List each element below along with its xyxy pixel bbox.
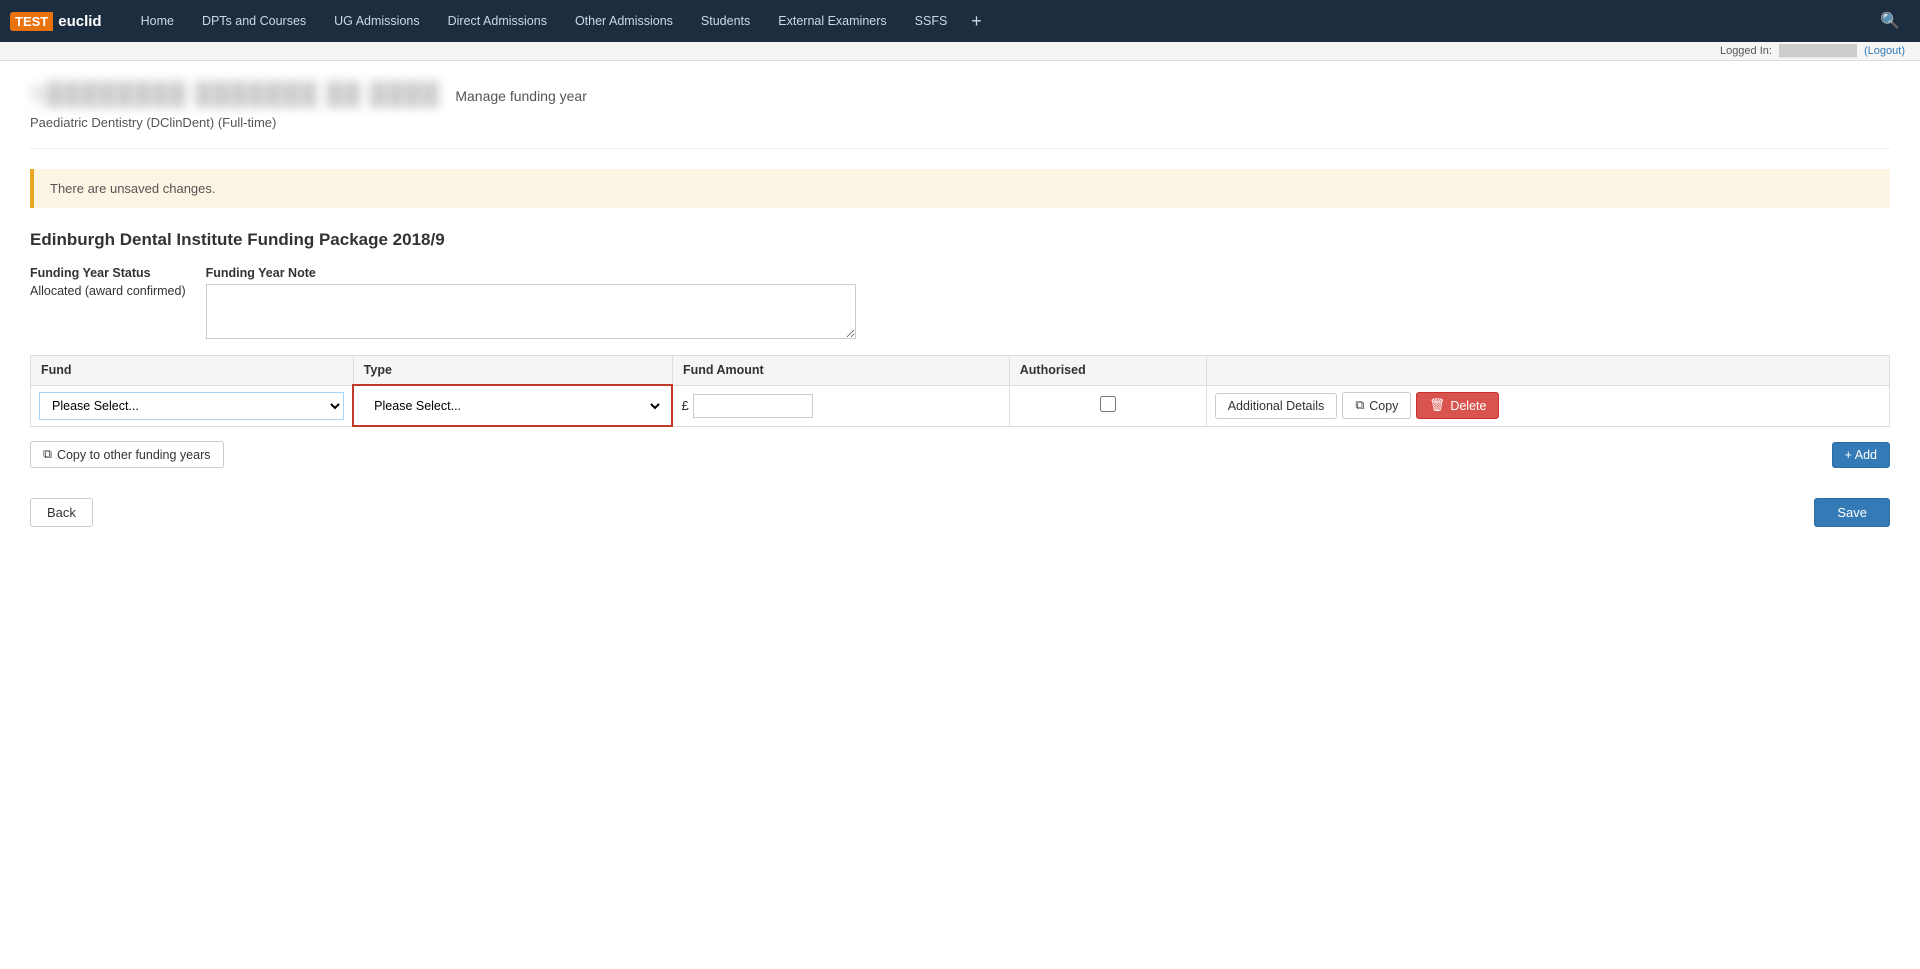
nav-external-examiners[interactable]: External Examiners (764, 0, 900, 42)
funding-year-note-textarea[interactable] (206, 284, 856, 339)
fund-table-body: Please Select... Please Select... £ (31, 385, 1890, 426)
additional-details-button[interactable]: Additional Details (1215, 393, 1338, 419)
search-button[interactable]: 🔍 (1870, 11, 1910, 31)
funding-year-status-label: Funding Year Status (30, 266, 186, 280)
breadcrumb: Paediatric Dentistry (DClinDent) (Full-t… (30, 115, 1890, 130)
nav-direct-admissions[interactable]: Direct Admissions (434, 0, 561, 42)
section-title: Edinburgh Dental Institute Funding Packa… (30, 230, 1890, 250)
nav-links: Home DPTs and Courses UG Admissions Dire… (127, 0, 1870, 42)
copy-row-button[interactable]: ⧉ Copy (1342, 392, 1411, 419)
funding-year-status-group: Funding Year Status Allocated (award con… (30, 266, 186, 339)
type-select[interactable]: Please Select... (362, 393, 663, 419)
add-button[interactable]: + Add (1832, 442, 1890, 468)
logout-link[interactable]: (Logout) (1864, 45, 1905, 57)
amount-input[interactable] (693, 394, 813, 418)
logged-in-bar: Logged In: ██████████ (Logout) (0, 42, 1920, 61)
alert-message: There are unsaved changes. (50, 181, 216, 196)
logged-in-prefix: Logged In: (1720, 45, 1772, 57)
brand-test-label: TEST (10, 12, 53, 31)
copy-funding-years-wrapper: ⧉ Copy to other funding years (30, 441, 224, 468)
col-type: Type (353, 356, 672, 386)
nav-home[interactable]: Home (127, 0, 188, 42)
save-button[interactable]: Save (1814, 498, 1890, 527)
delete-button[interactable]: 🗑 Delete (1416, 392, 1499, 419)
fund-table-head: Fund Type Fund Amount Authorised (31, 356, 1890, 386)
unsaved-changes-alert: There are unsaved changes. (30, 169, 1890, 208)
page-title-row: S████████ ███████ ██ ████ Manage funding… (30, 81, 1890, 107)
fund-amount-cell: £ (672, 385, 1009, 426)
col-actions (1206, 356, 1889, 386)
funding-year-note-label: Funding Year Note (206, 266, 856, 280)
nav-other-admissions[interactable]: Other Admissions (561, 0, 687, 42)
authorised-cell (1009, 385, 1206, 426)
nav-ssfs[interactable]: SSFS (901, 0, 962, 42)
page-title: S████████ ███████ ██ ████ (30, 81, 440, 107)
delete-icon: 🗑 (1429, 398, 1445, 413)
page-subtitle: Manage funding year (455, 88, 587, 104)
nav-plus-button[interactable]: + (961, 0, 992, 42)
back-button[interactable]: Back (30, 498, 93, 527)
copy-funding-icon: ⧉ (43, 447, 52, 462)
copy-to-other-button[interactable]: ⧉ Copy to other funding years (30, 441, 224, 468)
col-authorised: Authorised (1009, 356, 1206, 386)
delete-label: Delete (1450, 399, 1486, 413)
action-buttons: Additional Details ⧉ Copy 🗑 Delete (1215, 392, 1881, 419)
funding-year-note-group: Funding Year Note (206, 266, 856, 339)
nav-students[interactable]: Students (687, 0, 764, 42)
copy-to-other-label: Copy to other funding years (57, 448, 211, 462)
action-cell: Additional Details ⧉ Copy 🗑 Delete (1206, 385, 1889, 426)
footer-right: Save (1814, 498, 1890, 527)
add-label: + Add (1845, 448, 1877, 462)
logged-in-username: ██████████ (1779, 45, 1857, 57)
brand-euclid-label: euclid (53, 11, 106, 32)
funding-year-status-value: Allocated (award confirmed) (30, 284, 186, 298)
col-fund-amount: Fund Amount (672, 356, 1009, 386)
fund-table: Fund Type Fund Amount Authorised Please … (30, 355, 1890, 427)
table-row: Please Select... Please Select... £ (31, 385, 1890, 426)
fund-cell: Please Select... (31, 385, 354, 426)
col-fund: Fund (31, 356, 354, 386)
copy-icon: ⧉ (1355, 398, 1364, 413)
brand-logo[interactable]: TEST euclid (10, 11, 107, 32)
footer-buttons: Back Save (30, 498, 1890, 527)
authorised-checkbox[interactable] (1100, 396, 1116, 412)
navbar: TEST euclid Home DPTs and Courses UG Adm… (0, 0, 1920, 42)
page-content: S████████ ███████ ██ ████ Manage funding… (0, 61, 1920, 547)
nav-dpts[interactable]: DPTs and Courses (188, 0, 320, 42)
add-wrapper: + Add (1832, 442, 1890, 468)
footer-left: Back (30, 498, 93, 527)
bottom-row: ⧉ Copy to other funding years + Add (30, 441, 1890, 468)
amount-prefix: £ (681, 398, 688, 413)
fund-select[interactable]: Please Select... (39, 392, 344, 420)
type-cell: Please Select... (353, 385, 672, 426)
nav-ug-admissions[interactable]: UG Admissions (320, 0, 433, 42)
copy-row-label: Copy (1369, 399, 1398, 413)
divider (30, 148, 1890, 149)
additional-details-label: Additional Details (1228, 399, 1325, 413)
funding-year-form-row: Funding Year Status Allocated (award con… (30, 266, 1890, 339)
